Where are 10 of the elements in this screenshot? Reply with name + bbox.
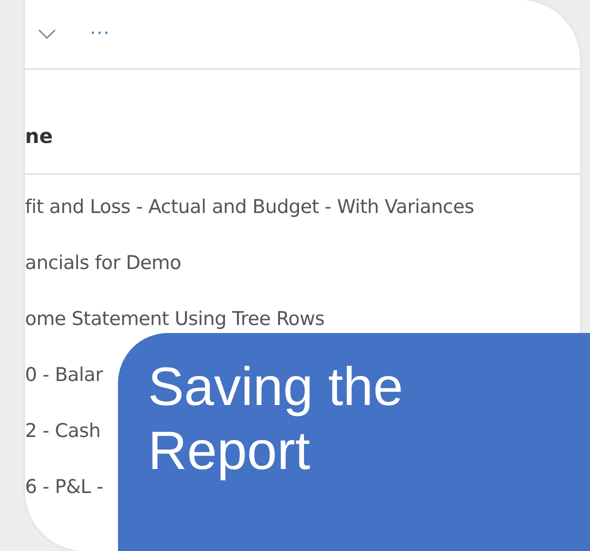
column-header: ne: [25, 123, 53, 150]
slide-title: Saving the Report: [148, 356, 404, 483]
report-name[interactable]: 0 - Balar: [25, 360, 103, 390]
report-name[interactable]: fit and Loss - Actual and Budget - With Variances: [25, 192, 474, 222]
report-name[interactable]: 6 - P&L -: [25, 472, 104, 502]
chevron-down-icon[interactable]: [38, 29, 56, 39]
report-name[interactable]: 2 - Cash: [25, 416, 100, 446]
report-name[interactable]: ome Statement Using Tree Rows: [25, 304, 324, 334]
more-menu[interactable]: ···: [90, 25, 110, 43]
report-name[interactable]: ancials for Demo: [25, 248, 182, 278]
